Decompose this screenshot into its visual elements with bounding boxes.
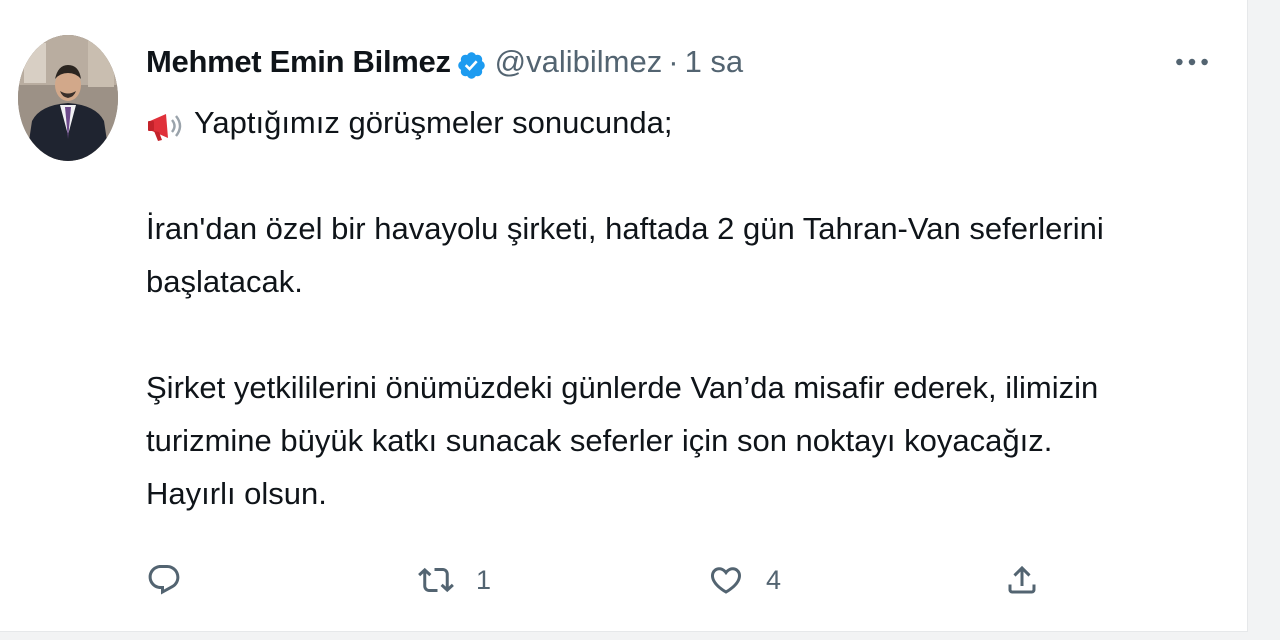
share-button[interactable] [1004,555,1040,605]
tweet-line-text: Yaptığımız görüşmeler sonucunda; [194,105,673,140]
tweet-card[interactable]: Mehmet Emin Bilmez @valibilmez · 1 sa Ya… [0,0,1248,632]
retweet-icon [418,567,454,593]
tweet-line: başlatacak. [146,264,303,299]
share-icon [1008,565,1036,594]
retweet-button[interactable]: 1 [418,555,491,605]
avatar-photo [18,35,118,161]
megaphone-emoji [146,106,186,141]
avatar[interactable] [18,35,118,161]
verified-badge-icon [456,47,487,79]
author-name[interactable]: Mehmet Emin Bilmez [146,38,451,86]
reply-icon [148,565,180,595]
tweet-line: Hayırlı olsun. [146,476,327,511]
tweet-line: İran'dan özel bir havayolu şirketi, haft… [146,211,1104,246]
tweet-header: Mehmet Emin Bilmez @valibilmez · 1 sa [146,38,743,86]
tweet-actions: 1 4 [146,555,1046,605]
retweet-count: 1 [476,564,492,595]
like-count: 4 [766,564,782,595]
reply-button[interactable] [146,555,204,605]
tweet-timestamp[interactable]: 1 sa [685,38,744,86]
tweet-line: turizmine büyük katkı sunacak seferler i… [146,423,1053,458]
tweet-line: Şirket yetkililerini önümüzdeki günlerde… [146,370,1099,405]
like-button[interactable]: 4 [708,555,781,605]
separator-dot: · [668,44,679,79]
tweet-text: Yaptığımız görüşmeler sonucunda; İran'da… [146,96,1196,520]
more-horizontal-icon [1176,58,1208,66]
author-handle[interactable]: @valibilmez [495,38,663,86]
tweet-line: Yaptığımız görüşmeler sonucunda; [146,96,1196,149]
heart-icon [710,567,742,594]
more-options-button[interactable] [1170,48,1214,76]
